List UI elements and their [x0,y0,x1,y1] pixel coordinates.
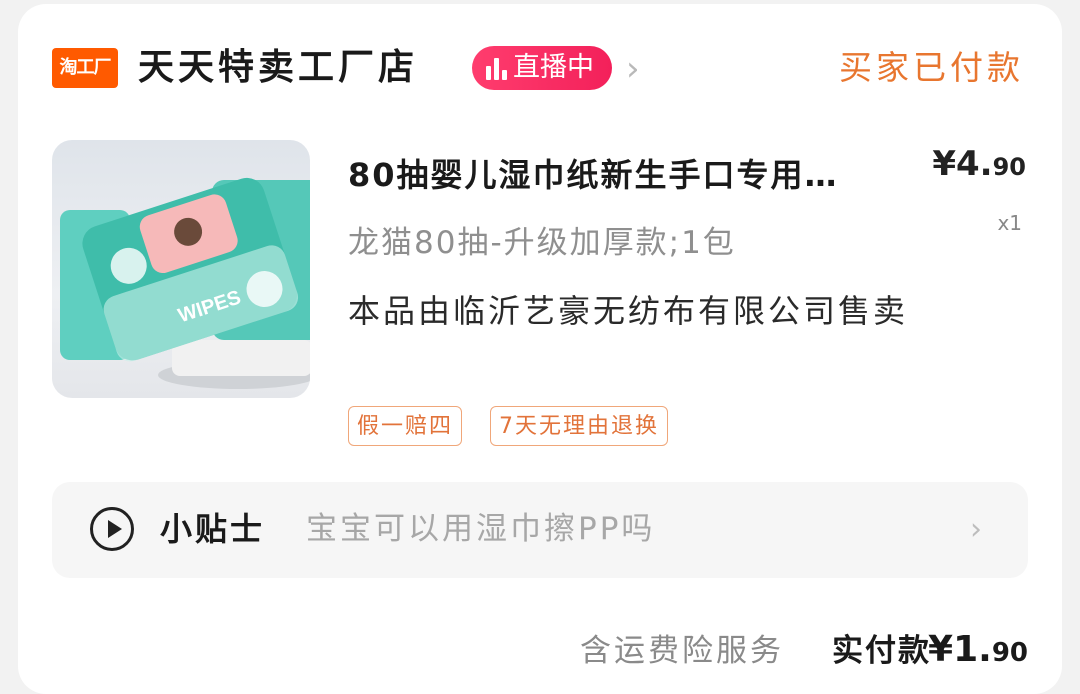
live-badge[interactable]: 直播中 [472,46,612,90]
tag-7day-return: 7天无理由退换 [490,406,668,446]
wipes-pack-illustration: WIPES [60,177,310,389]
live-badge-label: 直播中 [513,52,594,83]
product-price: ¥4.90 [932,144,1026,184]
seller-note: 本品由临沂艺豪无纺布有限公司售卖 [348,292,909,330]
product-title[interactable]: 80抽婴儿湿巾纸新生手口专用… [348,152,898,198]
product-quantity: x1 [997,211,1022,235]
chevron-right-icon: › [970,512,982,547]
live-bars-icon [486,56,507,80]
paid-amount: ¥1.90 [928,629,1028,670]
shipping-insurance-label: 含运费险服务 [580,633,784,669]
tips-label: 小贴士 [160,510,266,548]
chevron-right-icon[interactable]: › [626,52,652,86]
tips-bar[interactable]: 小贴士 宝宝可以用湿巾擦PP吗 › [52,482,1028,578]
shop-name[interactable]: 天天特卖工厂店 [138,44,418,92]
product-spec: 龙猫80抽-升级加厚款;1包 [348,225,736,261]
tips-text: 宝宝可以用湿巾擦PP吗 [306,511,656,547]
paid-label: 实付款 [832,633,931,669]
product-image[interactable]: WIPES [52,140,310,398]
order-status: 买家已付款 [839,48,1024,87]
play-circle-icon [90,507,134,551]
tag-fake-compensation: 假一赔四 [348,406,463,446]
shop-logo-icon: 淘工厂 [52,48,118,88]
